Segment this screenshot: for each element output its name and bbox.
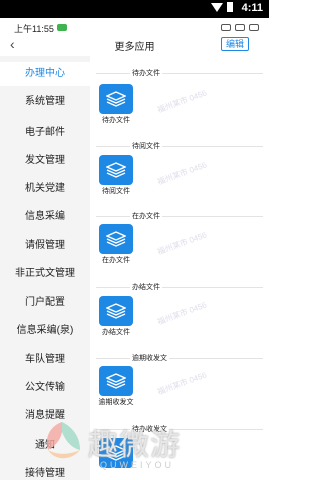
layers-icon xyxy=(99,155,133,185)
brand-name: 趣微游 xyxy=(88,428,181,463)
system-status-bar: 4:11 xyxy=(0,0,269,18)
section-title-text: 办结文件 xyxy=(130,282,162,292)
sidebar-item-handling-center[interactable]: 办理中心 xyxy=(0,62,90,86)
section-divider xyxy=(96,358,263,359)
layers-icon xyxy=(99,224,133,254)
section-title: 办结文件 xyxy=(90,282,269,292)
sidebar-item-informal-docs[interactable]: 非正式文管理 xyxy=(0,264,90,279)
sidebar-item-info-edit-quan[interactable]: 信息采编(泉) xyxy=(0,321,90,336)
app-label: 逾期收发文 xyxy=(98,399,134,406)
app-tile-read-docs[interactable]: 待阅文件 xyxy=(96,155,136,199)
sidebar-item-leave[interactable]: 请假管理 xyxy=(0,236,90,251)
sidebar-item-info-edit[interactable]: 信息采编 xyxy=(0,207,90,222)
section-title-text: 待阅文件 xyxy=(130,141,162,151)
app-tile-completed-docs[interactable]: 办结文件 xyxy=(96,296,136,340)
app-status-row: 上午11:55 xyxy=(0,18,269,36)
layers-icon xyxy=(99,84,133,114)
section-title: 在办文件 xyxy=(90,211,269,221)
status-right-icons xyxy=(221,24,259,31)
edit-button[interactable]: 编辑 xyxy=(221,37,249,51)
app-label: 在办文件 xyxy=(102,257,130,264)
sidebar-item-portal-config[interactable]: 门户配置 xyxy=(0,293,90,308)
app-tile-todo-docs[interactable]: 待办文件 xyxy=(96,84,136,128)
app-clock: 上午11:55 xyxy=(14,24,54,34)
system-icons xyxy=(211,2,233,12)
sidebar-item-party[interactable]: 机关党建 xyxy=(0,179,90,194)
section-title-text: 待办文件 xyxy=(130,68,162,78)
layers-icon xyxy=(99,296,133,326)
section-divider xyxy=(96,73,263,74)
signal-icon xyxy=(211,2,223,12)
brand-subtitle: QUWEIYOU xyxy=(100,460,175,470)
sidebar-item-doc-transfer[interactable]: 公文传输 xyxy=(0,378,90,393)
watermark: 福州某市 0456 xyxy=(156,300,209,327)
card-icon xyxy=(221,24,231,31)
brand-overlay: 趣微游 QUWEIYOU xyxy=(40,416,240,478)
app-label: 待办文件 xyxy=(102,117,130,124)
app-label: 待阅文件 xyxy=(102,188,130,195)
sidebar-item-fleet[interactable]: 车队管理 xyxy=(0,350,90,365)
sidebar-item-dispatch[interactable]: 发文管理 xyxy=(0,151,90,166)
section-title-text: 逾期收发文 xyxy=(130,353,169,363)
section-divider xyxy=(96,287,263,288)
section-title: 待办文件 xyxy=(90,68,269,78)
sidebar-item-email[interactable]: 电子邮件 xyxy=(0,123,90,138)
section-title: 逾期收发文 xyxy=(90,353,269,363)
watermark: 福州某市 0456 xyxy=(156,230,209,257)
page-header: ‹ 更多应用 编辑 xyxy=(0,36,269,54)
sidebar-item-system-management[interactable]: 系统管理 xyxy=(0,92,90,107)
wifi-icon xyxy=(235,24,245,31)
layers-icon xyxy=(99,366,133,396)
section-divider xyxy=(96,216,263,217)
notification-icon xyxy=(57,24,67,31)
brand-logo-icon xyxy=(46,422,80,459)
app-label: 办结文件 xyxy=(102,329,130,336)
section-title: 待阅文件 xyxy=(90,141,269,151)
system-time: 4:11 xyxy=(241,2,263,14)
app-tile-in-progress-docs[interactable]: 在办文件 xyxy=(96,224,136,268)
battery-icon xyxy=(227,2,233,12)
section-title-text: 在办文件 xyxy=(130,211,162,221)
watermark: 福州某市 0456 xyxy=(156,370,209,397)
watermark: 福州某市 0456 xyxy=(156,160,209,187)
section-divider xyxy=(96,146,263,147)
watermark: 福州某市 0456 xyxy=(156,88,209,115)
battery-small-icon xyxy=(249,24,259,31)
app-tile-overdue-docs[interactable]: 逾期收发文 xyxy=(96,366,136,410)
